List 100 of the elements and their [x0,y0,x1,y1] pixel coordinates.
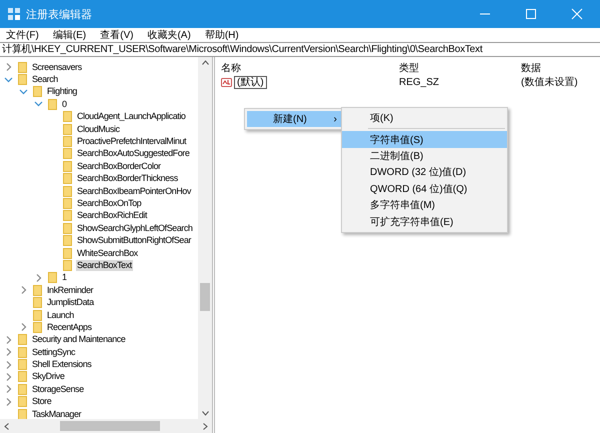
column-header[interactable]: 类型 [399,61,521,75]
folder-icon [63,160,72,172]
right-caret-icon[interactable] [203,422,208,430]
folder-icon [18,334,27,346]
chevron-right-icon[interactable] [4,347,13,358]
tree-item[interactable]: Search [31,74,59,86]
folder-icon [63,210,72,222]
tree-item[interactable]: SearchBoxBorderThickness [76,173,179,184]
column-header[interactable]: 名称 [221,61,399,75]
tree-item[interactable]: JumplistData [46,297,95,308]
folder-icon [63,222,72,234]
vertical-scrollbar[interactable] [198,57,212,419]
column-header[interactable]: 数据 [521,61,600,75]
folder-icon [18,396,27,408]
folder-icon [18,371,27,382]
tree-item[interactable]: ShowSearchGlyphLeftOfSearch [76,222,194,234]
folder-icon [18,384,27,395]
tree-item[interactable]: SearchBoxText [76,260,133,271]
tree-item[interactable]: 0 [61,98,68,110]
tree-item[interactable]: ProactivePrefetchIntervalMinut [76,136,188,148]
folder-icon [48,272,57,284]
folder-icon [18,62,27,73]
chevron-right-icon[interactable] [4,360,13,370]
folder-icon [33,297,42,308]
folder-icon [63,235,72,246]
folder-icon [48,98,57,110]
tree-item[interactable]: SkyDrive [31,371,66,382]
folder-icon [63,111,72,122]
menu-item[interactable]: 收藏夹(A) [147,28,191,42]
folder-icon [63,186,72,197]
address-bar[interactable]: 计算机\HKEY_CURRENT_USER\Software\Microsoft\Windows\CurrentVersion\Search\Flighting\0\SearchBoxText [0,42,600,57]
chevron-down-icon[interactable] [4,74,13,85]
tree-item[interactable]: SearchBoxOnTop [76,198,142,209]
folder-icon [33,86,42,98]
string-value-icon [221,78,232,86]
table-cell-text: REG_SZ [399,76,440,88]
tree-item[interactable]: WhiteSearchBox [76,248,139,259]
folder-icon [63,173,72,184]
tree-item[interactable]: Launch [46,310,75,320]
tree-item[interactable]: CloudMusic [76,124,121,135]
tree-item[interactable]: SearchBoxBorderColor [76,160,162,172]
scrollbar-thumb[interactable] [200,283,210,311]
tree-item[interactable]: Store [31,396,52,408]
folder-icon [63,148,72,160]
left-caret-icon[interactable] [4,422,9,430]
tree-item[interactable]: Screensavers [31,62,83,73]
folder-icon [33,310,42,320]
folder-icon [63,248,72,259]
tree-item[interactable]: SettingSync [31,346,76,358]
folder-icon [63,260,72,271]
menu-item[interactable]: 帮助(H) [204,28,239,42]
down-caret-icon[interactable] [202,411,208,416]
menu-item[interactable]: 可扩充字符串值(E) [342,213,507,230]
menu-item[interactable]: DWORD (32 位)值(D) [342,164,507,181]
folder-icon [63,198,72,209]
chevron-right-icon[interactable] [4,372,13,382]
folder-icon [18,408,27,419]
tree-item[interactable]: Shell Extensions [31,359,92,370]
window-title: 注册表编辑器 [26,8,93,22]
menu-item[interactable]: 二进制值(B) [342,148,507,164]
tree-item[interactable]: TaskManager [31,408,82,419]
chevron-right-icon[interactable] [4,384,13,394]
tree-item[interactable]: Flighting [46,86,78,98]
menu-item[interactable]: 查看(V) [100,28,134,42]
tree-item[interactable]: 1 [61,272,68,284]
tree-item[interactable]: ShowSubmitButtonRightOfSear [76,235,192,246]
folder-icon [18,346,27,358]
horizontal-scrollbar[interactable] [0,419,212,433]
menu-item[interactable]: 字符串值(S) [342,131,507,148]
menu-item[interactable]: 文件(F) [6,28,39,42]
value-name[interactable]: (默认) [234,76,267,88]
chevron-down-icon[interactable] [19,86,28,97]
scrollbar-thumb[interactable] [60,421,160,431]
tree-item[interactable]: StorageSense [31,384,85,395]
tree-item[interactable]: SearchBoxIbeamPointerOnHov [76,186,192,197]
menu-item[interactable]: QWORD (64 位)值(Q) [342,180,507,197]
menu-item[interactable]: 项(K) [342,110,507,126]
tree-item[interactable]: CloudAgent_LaunchApplicatio [76,111,186,122]
folder-icon [33,284,42,296]
folder-icon [18,359,27,370]
folder-icon [63,124,72,135]
chevron-right-icon[interactable] [4,334,13,345]
menu-item[interactable]: 编辑(E) [52,28,86,42]
tree-item[interactable]: SearchBoxAutoSuggestedFore [76,148,190,160]
table-cell-text: (数值未设置) [521,76,579,89]
chevron-right-icon[interactable] [19,322,28,332]
up-caret-icon[interactable] [202,60,208,65]
chevron-right-icon[interactable] [4,62,13,72]
tree-item[interactable]: SearchBoxRichEdit [76,210,148,222]
tree-item[interactable]: InkReminder [46,284,94,296]
folder-icon [63,136,72,148]
chevron-right-icon[interactable] [34,272,43,283]
tree-item[interactable]: RecentApps [46,322,93,333]
menu-item[interactable]: 新建(N) › [247,111,343,127]
menu-item[interactable]: 多字符串值(M) [342,196,507,214]
registry-icon [8,8,20,20]
chevron-right-icon[interactable] [4,396,13,407]
folder-icon [18,74,27,86]
tree-item[interactable]: Security and Maintenance [31,334,126,346]
chevron-right-icon[interactable] [19,285,28,296]
